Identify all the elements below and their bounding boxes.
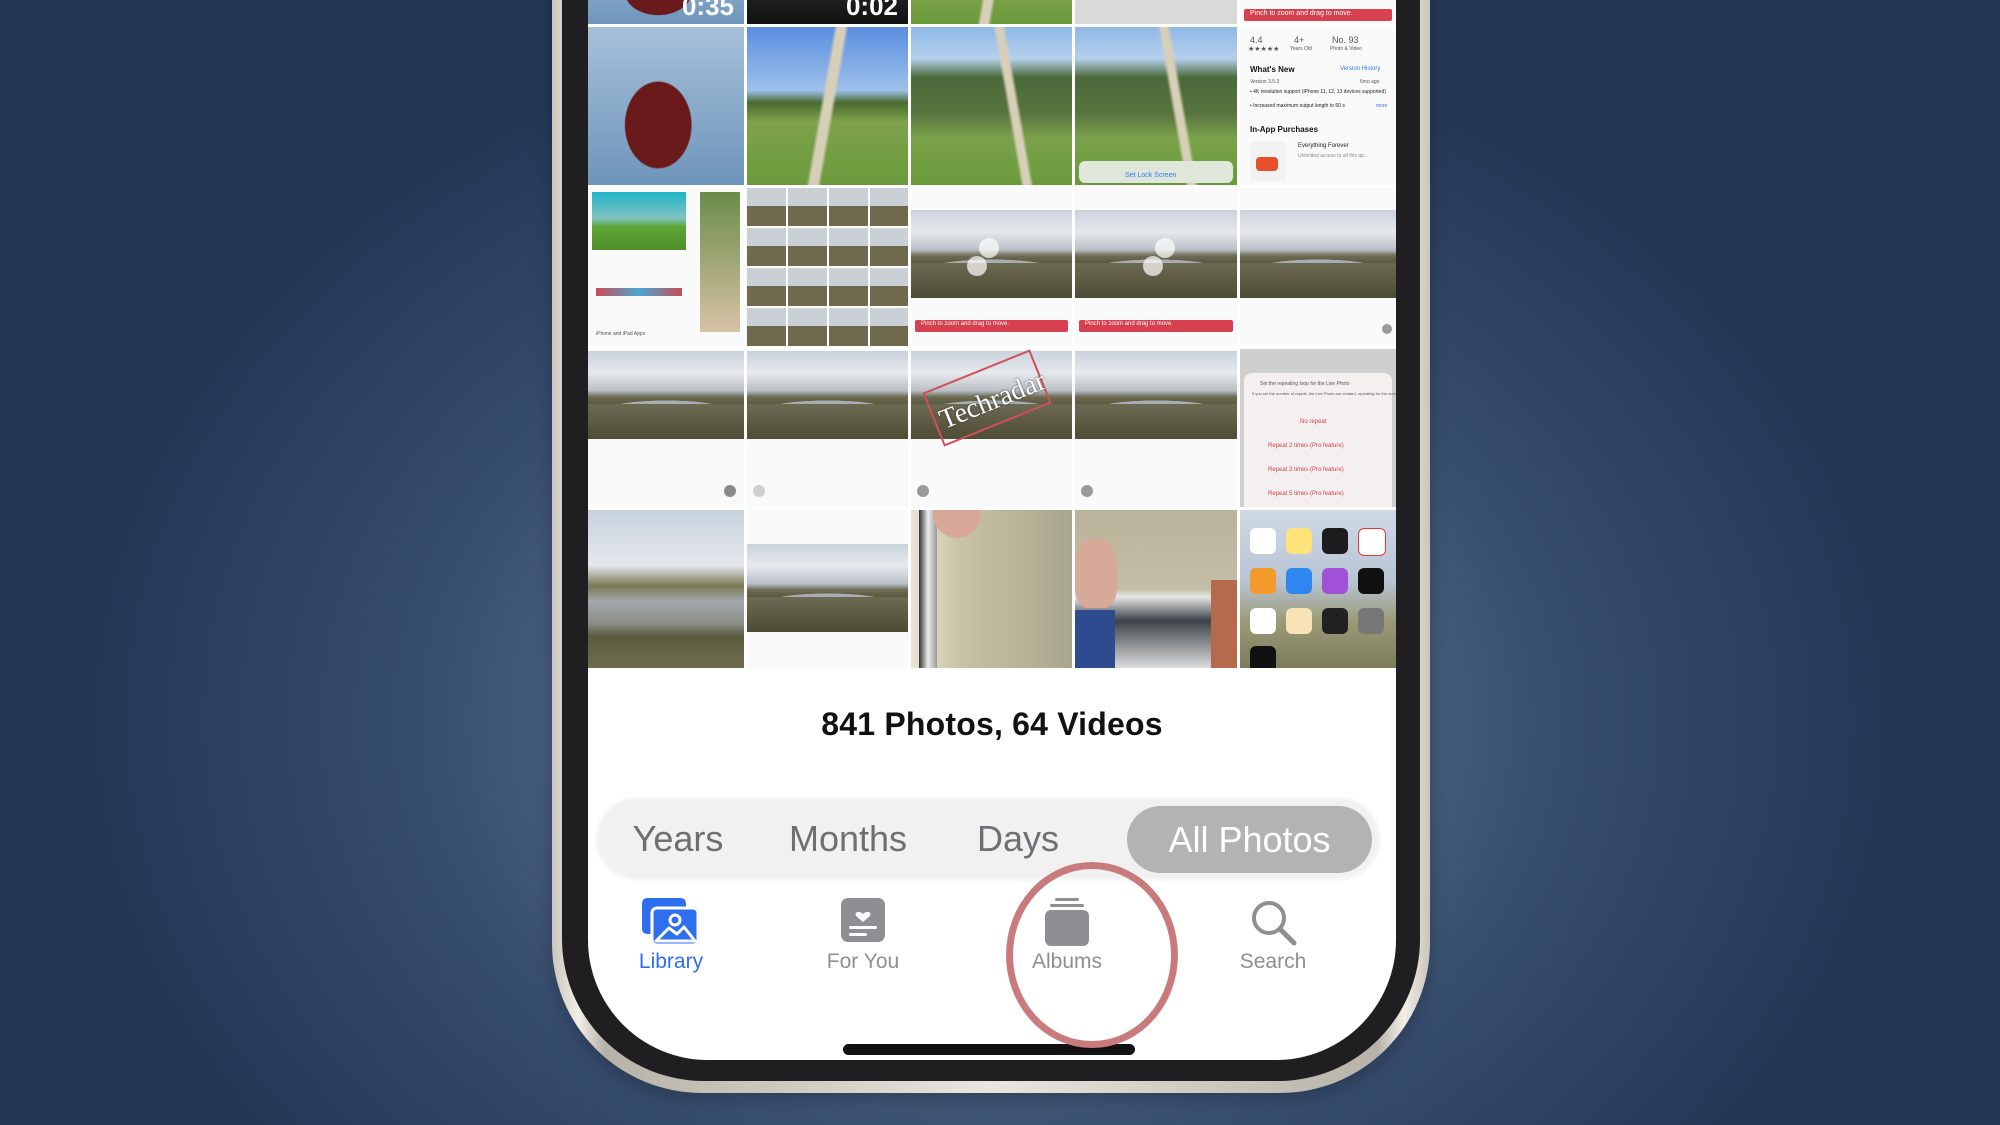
screenshot-thumbnail[interactable]: Pinch to zoom and drag to move. [911,188,1072,346]
video-duration: 0:35 [681,0,734,21]
screenshot-thumbnail[interactable] [747,188,908,346]
library-count-label: 841 Photos, 64 Videos [821,706,1163,742]
for-you-card-icon [841,898,885,942]
segment-years[interactable]: Years [608,799,748,878]
segment-all-photos[interactable]: All Photos [1127,806,1372,873]
tab-library[interactable]: Library [588,888,756,988]
photo-stack-icon [642,898,700,947]
segment-days[interactable]: Days [958,799,1078,878]
tab-search[interactable]: Search [1188,888,1358,988]
photos-app-screen: 0:35 0:02 Pinch to zoom and drag to move… [588,0,1396,1060]
screenshot-thumbnail[interactable]: 4.4 ★★★★★ 4+ Years Old No. 93 Photo & Vi… [1240,27,1396,185]
tab-bar: Library For You Albums Search [588,888,1396,988]
albums-highlight-annotation [1006,862,1178,1048]
screenshot-thumbnail[interactable]: Pinch to zoom and drag to move. [1075,188,1237,346]
photo-thumbnail[interactable] [588,510,744,668]
photo-thumbnail[interactable] [588,27,744,185]
screenshot-thumbnail[interactable]: Pinch to zoom and drag to move. [1240,0,1396,24]
screenshot-thumbnail[interactable] [1075,349,1237,507]
screenshot-thumbnail[interactable] [588,349,744,507]
video-thumbnail[interactable]: 0:02 [747,0,908,24]
tab-for-you-label: For You [826,950,900,973]
photo-thumbnail[interactable] [747,27,908,185]
screenshot-thumbnail[interactable] [1240,188,1396,346]
tab-library-label: Library [638,950,704,973]
video-thumbnail[interactable]: 0:35 [588,0,744,24]
screenshot-thumbnail[interactable]: Set the repeating loop for the Live Phot… [1240,349,1396,507]
photo-thumbnail[interactable] [1075,0,1237,24]
photo-thumbnail[interactable]: Set Lock Screen [1075,27,1237,185]
segment-months[interactable]: Months [763,799,933,878]
video-duration: 0:02 [845,0,898,21]
tab-search-label: Search [1239,950,1307,973]
library-view-segmented-control: Years Months Days All Photos [598,799,1378,878]
photo-thumbnail[interactable] [911,510,1072,668]
photo-thumbnail[interactable] [1075,510,1237,668]
photo-grid: 0:35 0:02 Pinch to zoom and drag to move… [588,0,1396,672]
photo-thumbnail[interactable] [1240,510,1396,668]
tab-for-you[interactable]: For You [778,888,948,988]
screenshot-thumbnail[interactable] [747,349,908,507]
photo-thumbnail[interactable] [911,0,1072,24]
screenshot-thumbnail[interactable]: iPhone and iPad Apps [588,188,744,346]
magnifier-icon [1252,901,1297,946]
app-icon [1256,157,1278,171]
photo-thumbnail[interactable] [747,510,908,668]
photo-thumbnail[interactable] [911,27,1072,185]
screenshot-thumbnail[interactable]: Techradar [911,349,1072,507]
